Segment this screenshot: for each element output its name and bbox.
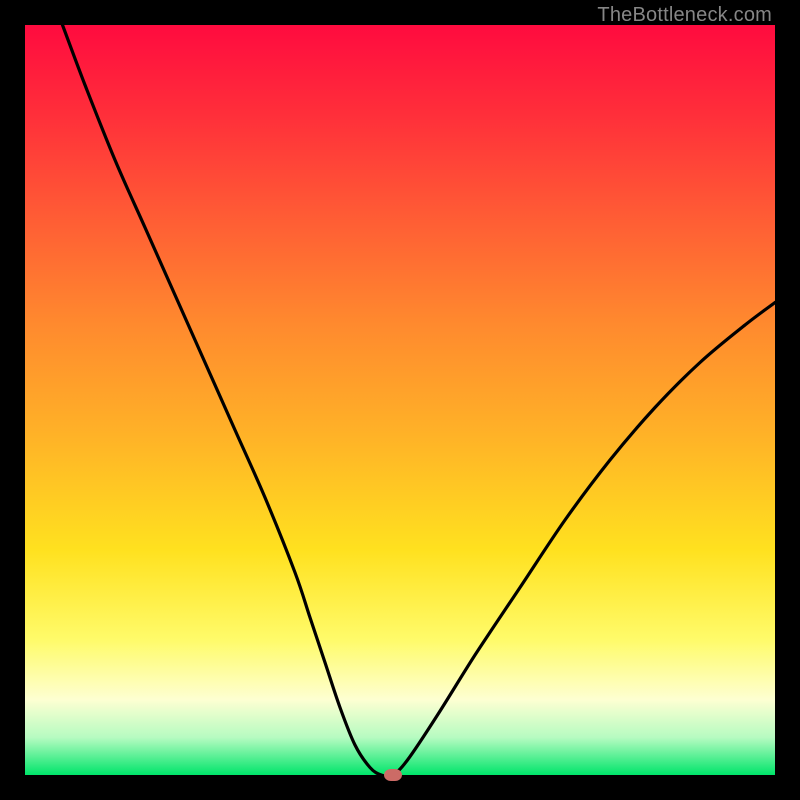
watermark-text: TheBottleneck.com [597, 4, 772, 27]
bottleneck-curve [25, 25, 775, 775]
minimum-marker [384, 769, 402, 781]
chart-frame: TheBottleneck.com [0, 0, 800, 800]
plot-area [25, 25, 775, 775]
